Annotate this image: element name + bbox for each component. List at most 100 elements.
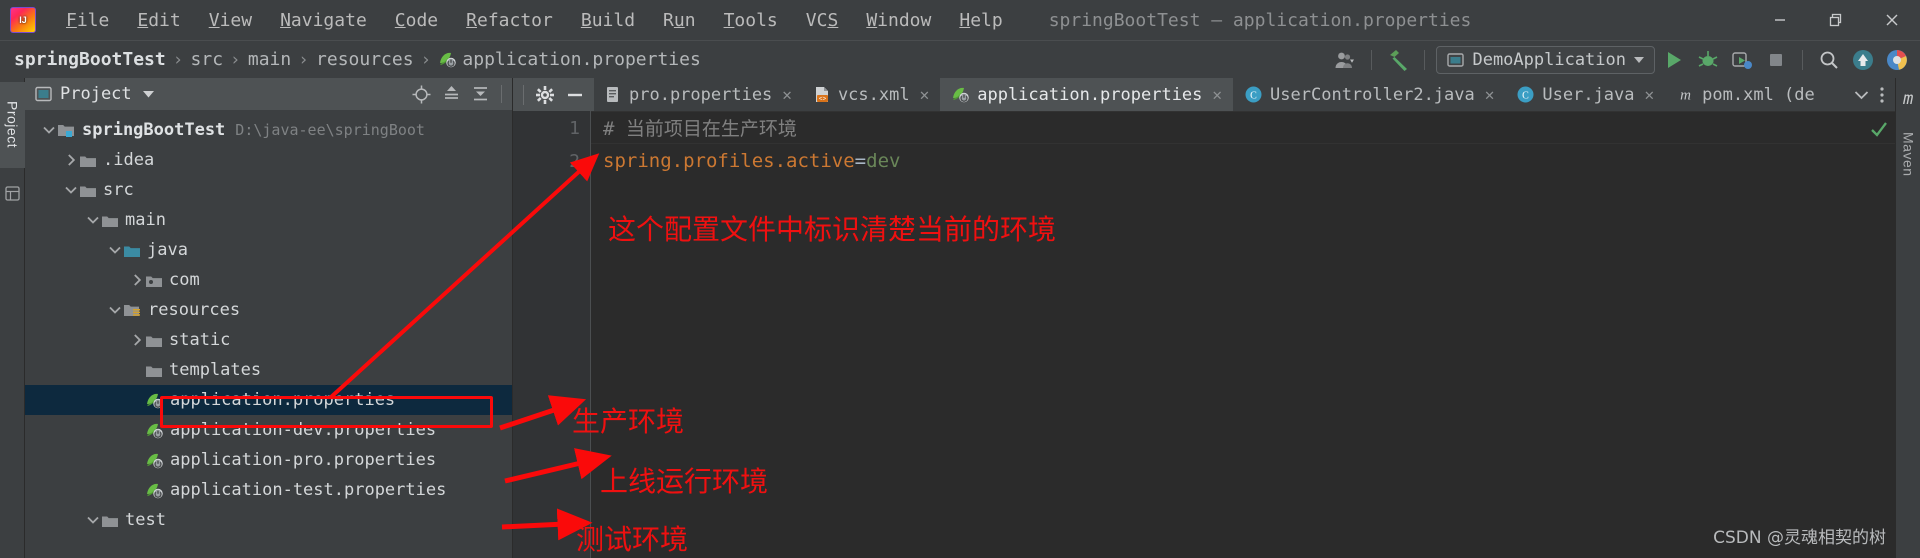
menu-item-navigate[interactable]: Navigate (266, 6, 381, 35)
code-line: # 当前项目在生产环境 (603, 111, 1871, 144)
tree-row[interactable]: application-test.properties (25, 475, 512, 505)
chevron-down-icon[interactable] (41, 122, 57, 138)
menu-item-refactor[interactable]: Refactor (452, 6, 567, 35)
editor-tab-vcs-xml[interactable]: <> vcs.xml ✕ (802, 78, 941, 111)
open-in-browser-icon[interactable] (1882, 45, 1912, 75)
window-controls (1752, 0, 1920, 40)
inspection-status-icon[interactable] (1869, 119, 1889, 144)
editor-tab-label: pom.xml (de (1702, 84, 1815, 105)
twisty-empty (129, 452, 145, 468)
tree-row[interactable]: templates (25, 355, 512, 385)
sidebar-item-maven-label: Maven (1900, 131, 1917, 177)
more-vertical-icon[interactable] (1879, 85, 1885, 105)
tree-row[interactable]: application-pro.properties (25, 445, 512, 475)
close-icon[interactable]: ✕ (782, 85, 792, 104)
menu-item-edit[interactable]: Edit (123, 6, 194, 35)
editor-gutter[interactable]: 1 2 (513, 111, 591, 558)
code-token: dev (866, 149, 901, 172)
chevron-down-icon[interactable] (107, 302, 123, 318)
menu-item-window[interactable]: Window (852, 6, 945, 35)
close-button[interactable] (1864, 0, 1920, 40)
editor-tab-application-properties[interactable]: application.properties ✕ (940, 78, 1234, 111)
editor-text-area[interactable]: # 当前项目在生产环境 spring.profiles.active = dev (603, 111, 1871, 558)
maven-icon[interactable]: m (1896, 84, 1920, 114)
breadcrumb-separator: › (300, 49, 308, 70)
minimize-button[interactable] (1752, 0, 1808, 40)
menu-item-build[interactable]: Build (567, 6, 649, 35)
spring-properties-icon (145, 392, 164, 409)
tree-row[interactable]: application.properties (25, 385, 512, 415)
tree-row[interactable]: com (25, 265, 512, 295)
close-icon[interactable]: ✕ (1212, 85, 1222, 104)
structure-icon[interactable] (0, 178, 25, 208)
chevron-down-icon[interactable] (85, 512, 101, 528)
maximize-restore-button[interactable] (1808, 0, 1864, 40)
tree-row-label: springBootTest (82, 120, 226, 140)
chevron-down-icon[interactable] (142, 90, 155, 99)
chevron-down-icon[interactable] (107, 242, 123, 258)
chevron-right-icon[interactable] (63, 152, 79, 168)
expand-all-icon[interactable] (443, 85, 460, 103)
breadcrumb-item-0[interactable]: springBootTest (14, 49, 166, 70)
editor-tabs-lead-actions (513, 78, 594, 111)
stop-button[interactable] (1761, 45, 1791, 75)
chevron-down-icon[interactable] (85, 212, 101, 228)
right-tool-window-strip: m Maven (1895, 78, 1920, 558)
sidebar-item-project[interactable]: Project (0, 82, 25, 168)
hide-minus-icon[interactable] (566, 86, 584, 104)
breadcrumb-item-2[interactable]: main (248, 49, 291, 70)
tree-row[interactable]: .idea (25, 145, 512, 175)
tree-row[interactable]: application-dev.properties (25, 415, 512, 445)
run-button[interactable] (1659, 45, 1689, 75)
line-number: 2 (569, 151, 580, 172)
build-hammer-icon[interactable] (1383, 45, 1413, 75)
chevron-right-icon[interactable] (129, 272, 145, 288)
spring-properties-icon (438, 51, 457, 68)
menu-item-help[interactable]: Help (945, 6, 1016, 35)
update-project-icon[interactable] (1848, 45, 1878, 75)
twisty-empty (129, 482, 145, 498)
folder-icon (101, 513, 119, 528)
menu-item-view[interactable]: View (195, 6, 266, 35)
run-configuration-selector[interactable]: DemoApplication (1436, 46, 1655, 74)
tree-row[interactable]: springBootTest D:\java-ee\springBoot (25, 115, 512, 145)
close-icon[interactable]: ✕ (920, 85, 930, 104)
breadcrumb-item-4[interactable]: application.properties (438, 49, 701, 70)
locate-target-icon[interactable] (412, 85, 431, 104)
close-icon[interactable]: ✕ (1645, 85, 1655, 104)
run-with-coverage-button[interactable] (1727, 45, 1757, 75)
settings-gear-icon[interactable] (536, 85, 554, 104)
tree-row-label: application-test.properties (170, 480, 447, 500)
breadcrumb-item-1[interactable]: src (191, 49, 224, 70)
menu-item-vcs[interactable]: VCS (792, 6, 853, 35)
editor-tab-pom-xml-de[interactable]: m pom.xml (de (1665, 78, 1826, 111)
menu-item-code[interactable]: Code (381, 6, 452, 35)
tree-row[interactable]: src (25, 175, 512, 205)
code-editor[interactable]: 1 2 # 当前项目在生产环境 spring.profiles.active = de… (513, 111, 1895, 558)
twisty-empty (129, 392, 145, 408)
search-magnifier-icon[interactable] (1814, 45, 1844, 75)
tree-row[interactable]: static (25, 325, 512, 355)
tree-row[interactable]: test (25, 505, 512, 535)
editor-tab-user-java[interactable]: C User.java ✕ (1505, 78, 1666, 111)
close-icon[interactable]: ✕ (1485, 85, 1495, 104)
code-token: # 当前项目在生产环境 (603, 118, 797, 140)
line-number: 1 (569, 118, 580, 139)
menu-item-file[interactable]: File (52, 6, 123, 35)
menu-item-tools[interactable]: Tools (710, 6, 792, 35)
editor-tab-usercontroller2-java[interactable]: C UserController2.java ✕ (1233, 78, 1506, 111)
chevron-down-icon[interactable] (63, 182, 79, 198)
collapse-all-icon[interactable] (472, 85, 489, 103)
menu-item-run[interactable]: Run (649, 6, 710, 35)
twisty-empty (129, 362, 145, 378)
editor-tab-pro-properties[interactable]: pro.properties ✕ (594, 78, 803, 111)
chevron-right-icon[interactable] (129, 332, 145, 348)
debug-button[interactable] (1693, 45, 1723, 75)
chevron-down-icon[interactable] (1854, 90, 1869, 100)
tree-row[interactable]: resources (25, 295, 512, 325)
user-avatar-icon[interactable] (1330, 45, 1360, 75)
sidebar-item-maven[interactable]: Maven (1896, 118, 1920, 190)
breadcrumb-item-3[interactable]: resources (316, 49, 414, 70)
tree-row[interactable]: main (25, 205, 512, 235)
tree-row[interactable]: java (25, 235, 512, 265)
